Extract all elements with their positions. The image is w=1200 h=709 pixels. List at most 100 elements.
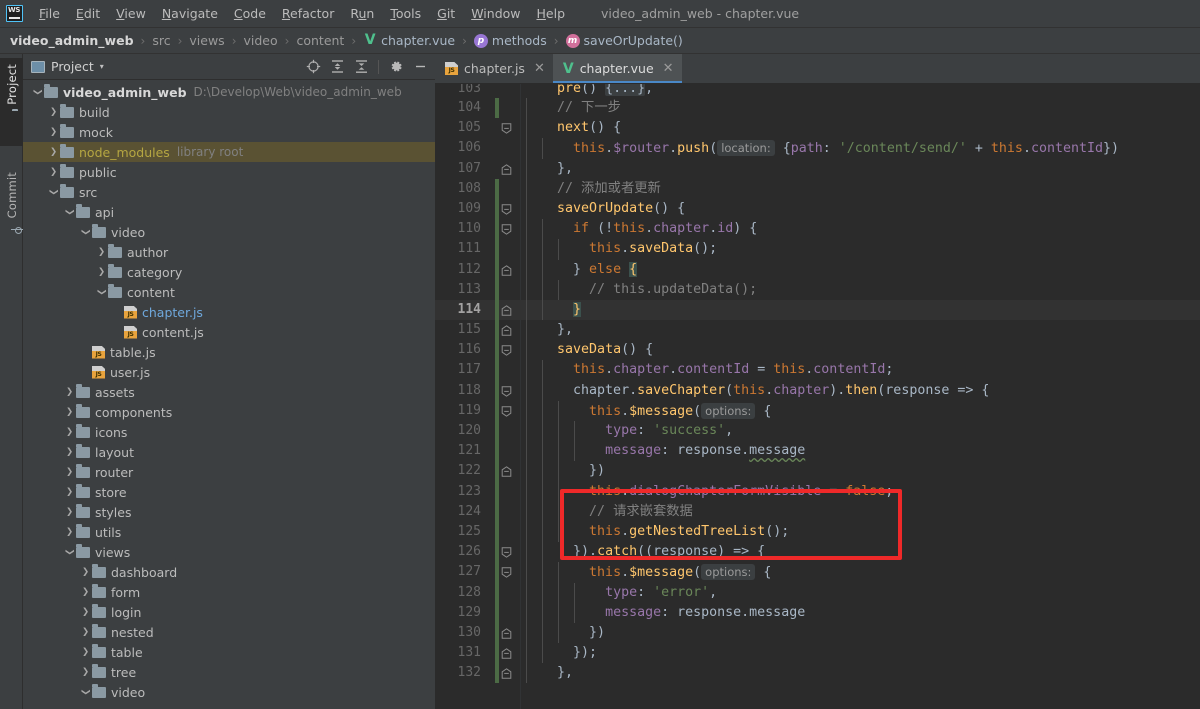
- code-editor[interactable]: 103 pre() {...}, 104 // 下一步 105 next() {10…: [435, 84, 1200, 709]
- line-number[interactable]: 114: [435, 300, 481, 320]
- vcs-change-marker[interactable]: [495, 542, 499, 563]
- tree-item-mock[interactable]: ❯ mock: [23, 122, 435, 142]
- breadcrumb-item-videoadminweb[interactable]: video_admin_web: [10, 33, 134, 48]
- tree-item-video[interactable]: ❯ video: [23, 682, 435, 702]
- tree-item-content[interactable]: ❯ content: [23, 282, 435, 302]
- vcs-change-marker[interactable]: [495, 98, 499, 119]
- vcs-change-marker[interactable]: [495, 602, 499, 623]
- chevron-right-icon[interactable]: ❯: [79, 602, 92, 622]
- line-number[interactable]: 125: [435, 522, 481, 542]
- menu-item-view[interactable]: View: [108, 2, 154, 25]
- hide-panel-icon[interactable]: [409, 56, 431, 78]
- line-number[interactable]: 109: [435, 199, 481, 219]
- menu-item-code[interactable]: Code: [226, 2, 274, 25]
- vcs-change-marker[interactable]: [495, 663, 499, 684]
- line-number[interactable]: 112: [435, 260, 481, 280]
- vcs-change-marker[interactable]: [495, 521, 499, 543]
- line-number[interactable]: 110: [435, 219, 481, 239]
- settings-gear-icon[interactable]: [385, 56, 407, 78]
- tree-item-build[interactable]: ❯ build: [23, 102, 435, 122]
- line-number[interactable]: 104: [435, 98, 481, 118]
- rail-button-commit[interactable]: Commit: [0, 166, 23, 254]
- code-fold-icon[interactable]: [501, 406, 512, 417]
- vcs-change-marker[interactable]: [495, 299, 499, 321]
- menu-item-run[interactable]: Run: [342, 2, 382, 25]
- code-fold-icon[interactable]: [501, 345, 512, 357]
- vcs-change-marker[interactable]: [495, 380, 499, 401]
- tree-item-layout[interactable]: ❯ layout: [23, 442, 435, 462]
- chevron-right-icon[interactable]: ❯: [63, 382, 76, 402]
- line-number[interactable]: 117: [435, 360, 481, 380]
- tree-item-router[interactable]: ❯ router: [23, 462, 435, 482]
- project-file-tree[interactable]: ❯ video_admin_web D:\Develop\Web\video_adm…: [23, 80, 435, 709]
- menu-item-git[interactable]: Git: [429, 2, 463, 25]
- menu-item-file[interactable]: File: [31, 2, 68, 25]
- vcs-change-marker[interactable]: [495, 481, 499, 502]
- tree-item-assets[interactable]: ❯ assets: [23, 382, 435, 402]
- tree-item-src[interactable]: ❯ src: [23, 182, 435, 202]
- select-opened-file-icon[interactable]: [302, 56, 324, 78]
- line-number[interactable]: 124: [435, 502, 481, 522]
- chevron-right-icon[interactable]: ❯: [95, 242, 108, 262]
- chevron-down-icon[interactable]: ▾: [100, 62, 104, 71]
- menu-item-navigate[interactable]: Navigate: [154, 2, 226, 25]
- code-fold-icon[interactable]: [501, 163, 512, 175]
- chevron-right-icon[interactable]: ❯: [63, 402, 76, 422]
- vcs-change-marker[interactable]: [495, 461, 499, 482]
- code-fold-icon[interactable]: [501, 264, 512, 276]
- line-number[interactable]: 132: [435, 663, 481, 683]
- menu-item-help[interactable]: Help: [529, 2, 574, 25]
- vcs-change-marker[interactable]: [495, 360, 499, 381]
- vcs-change-marker[interactable]: [495, 501, 499, 522]
- line-number[interactable]: 103: [435, 84, 481, 95]
- collapse-all-icon[interactable]: [350, 56, 372, 78]
- line-number[interactable]: 106: [435, 138, 481, 158]
- chevron-right-icon[interactable]: ❯: [79, 562, 92, 582]
- tree-item-nested[interactable]: ❯ nested: [23, 622, 435, 642]
- vcs-change-marker[interactable]: [495, 279, 499, 300]
- code-fold-icon[interactable]: [501, 668, 512, 679]
- vcs-change-marker[interactable]: [495, 259, 499, 280]
- tree-item-category[interactable]: ❯ category: [23, 262, 435, 282]
- code-fold-icon[interactable]: [501, 305, 512, 316]
- tree-item-dashboard[interactable]: ❯ dashboard: [23, 562, 435, 582]
- line-number[interactable]: 128: [435, 583, 481, 603]
- tree-item-video[interactable]: ❯ video: [23, 222, 435, 242]
- line-number[interactable]: 122: [435, 461, 481, 481]
- editor-tab-chapterjs[interactable]: chapter.js ✕: [435, 54, 553, 83]
- tree-item-author[interactable]: ❯ author: [23, 242, 435, 262]
- chevron-right-icon[interactable]: ❯: [63, 502, 76, 522]
- line-number[interactable]: 105: [435, 118, 481, 138]
- chevron-right-icon[interactable]: ❯: [63, 442, 76, 462]
- breadcrumb-item-saveorupdate[interactable]: m saveOrUpdate(): [565, 33, 683, 48]
- close-icon[interactable]: ✕: [663, 61, 674, 76]
- line-number[interactable]: 127: [435, 562, 481, 582]
- chevron-right-icon[interactable]: ❯: [47, 102, 60, 122]
- breadcrumb-item-video[interactable]: video: [244, 33, 278, 48]
- tree-item-contentjs[interactable]: ❯ content.js: [23, 322, 435, 342]
- vcs-change-marker[interactable]: [495, 582, 499, 603]
- menu-item-refactor[interactable]: Refactor: [274, 2, 342, 25]
- line-number[interactable]: 123: [435, 482, 481, 502]
- menu-item-tools[interactable]: Tools: [382, 2, 429, 25]
- tree-item-form[interactable]: ❯ form: [23, 582, 435, 602]
- vcs-change-marker[interactable]: [495, 562, 499, 583]
- tree-item-api[interactable]: ❯ api: [23, 202, 435, 222]
- vcs-change-marker[interactable]: [495, 622, 499, 644]
- chevron-right-icon[interactable]: ❯: [79, 662, 92, 682]
- chevron-right-icon[interactable]: ❯: [63, 422, 76, 442]
- tree-item-videoadminweb[interactable]: ❯ video_admin_web D:\Develop\Web\video_adm…: [23, 82, 435, 102]
- tree-item-styles[interactable]: ❯ styles: [23, 502, 435, 522]
- code-fold-icon[interactable]: [501, 325, 512, 336]
- chevron-right-icon[interactable]: ❯: [47, 122, 60, 142]
- line-number[interactable]: 126: [435, 542, 481, 562]
- tree-item-nodemodules[interactable]: ❯ node_modules library root: [23, 142, 435, 162]
- tree-item-utils[interactable]: ❯ utils: [23, 522, 435, 542]
- tree-item-tree[interactable]: ❯ tree: [23, 662, 435, 682]
- line-number[interactable]: 115: [435, 320, 481, 340]
- line-number[interactable]: 131: [435, 643, 481, 663]
- line-number[interactable]: 108: [435, 179, 481, 199]
- editor-tab-chaptervue[interactable]: Vchapter.vue ✕: [552, 54, 682, 83]
- code-fold-icon[interactable]: [501, 648, 512, 659]
- line-number[interactable]: 113: [435, 280, 481, 300]
